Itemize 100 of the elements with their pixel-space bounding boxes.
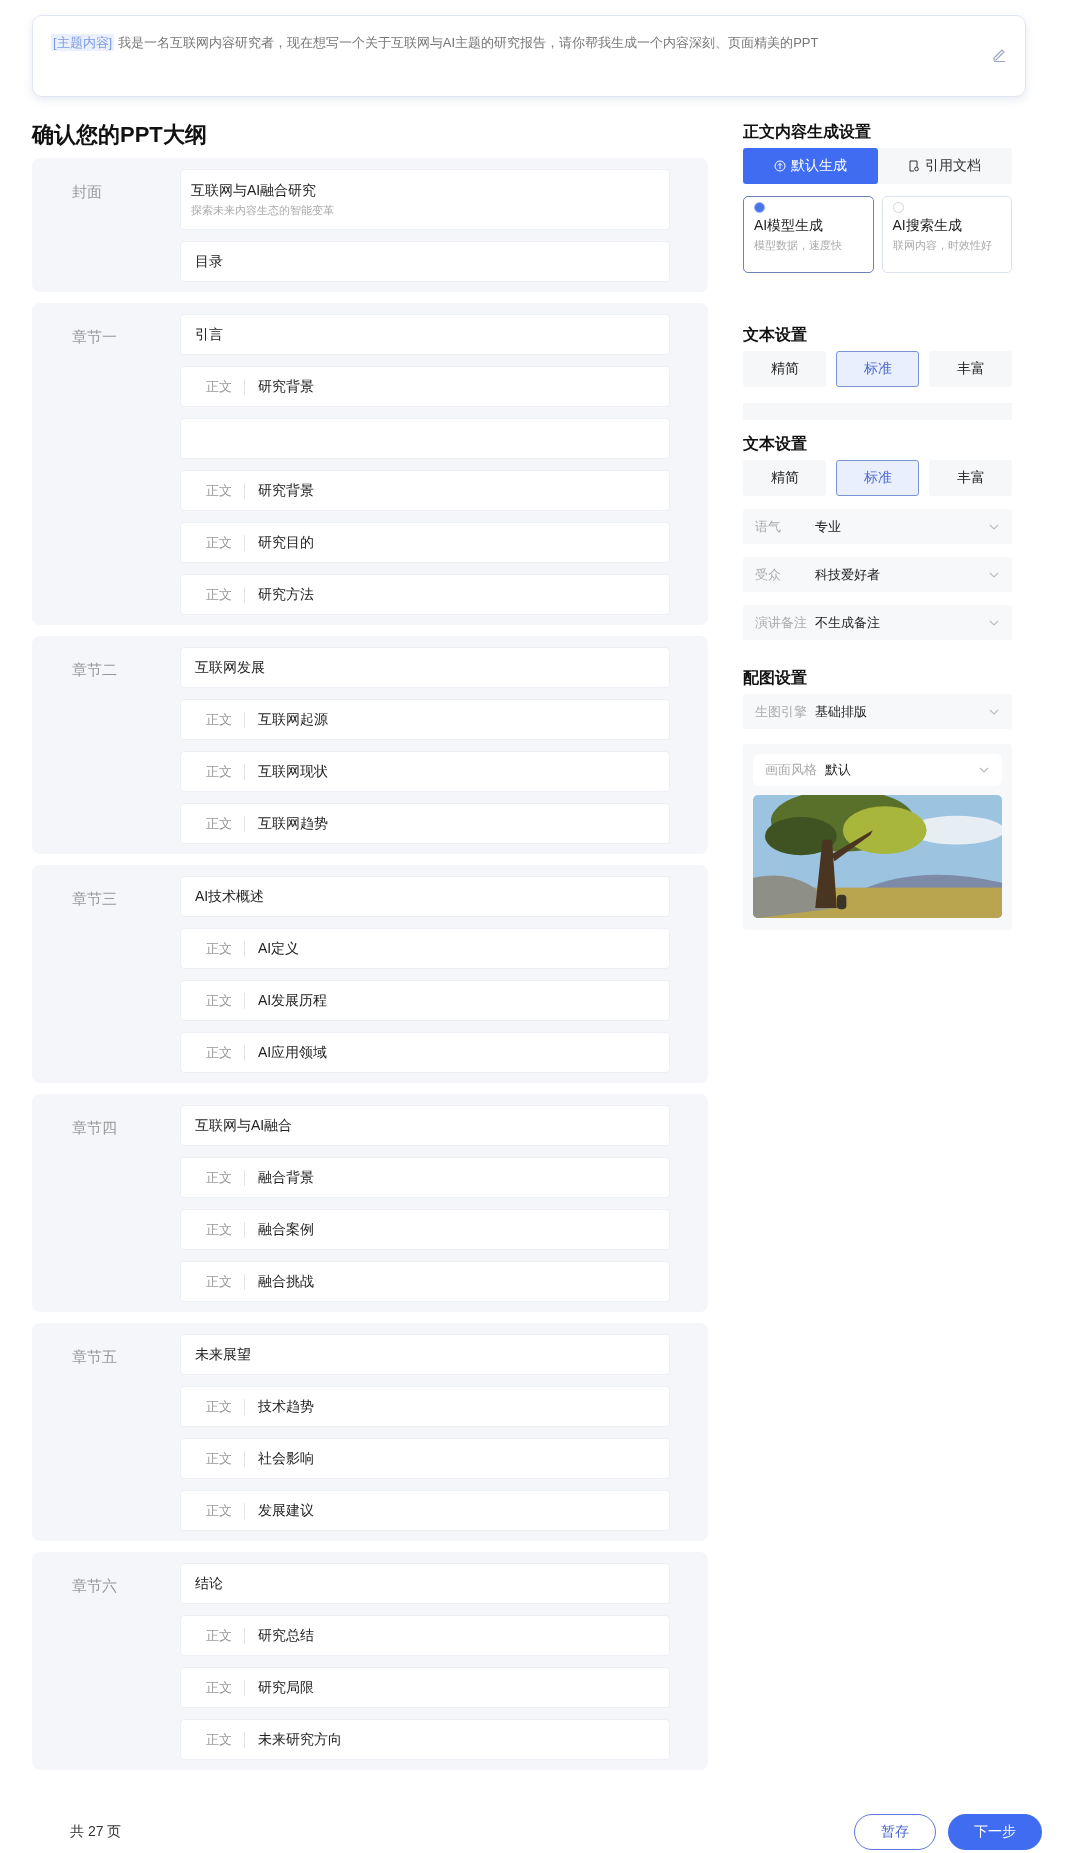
slide-card[interactable]: 互联网与AI融合研究 探索未来内容生态的智能变革 (180, 169, 670, 230)
select-field[interactable]: 演讲备注 不生成备注 (743, 605, 1012, 640)
mode-description: 联网内容，时效性好 (892, 238, 993, 253)
section-tag: 正文 (206, 1397, 232, 1416)
chapter-title-field[interactable]: 未来展望 (180, 1334, 670, 1375)
select-field[interactable]: 语气 专业 (743, 509, 1012, 544)
section-tag: 正文 (206, 1220, 232, 1239)
section-tag: 正文 (206, 991, 232, 1010)
mode-option[interactable]: AI搜索生成 联网内容，时效性好 (881, 196, 1012, 273)
section-card[interactable]: 正文 研究背景 (180, 366, 670, 407)
section-tag: 正文 (206, 1730, 232, 1749)
section-tag: 正文 (206, 585, 232, 604)
section-title: 未来研究方向 (258, 1730, 342, 1749)
save-draft-button[interactable]: 暂存 (854, 1814, 936, 1850)
chapter-title-field[interactable]: 结论 (180, 1563, 670, 1604)
select-value: 基础排版 (815, 702, 868, 721)
mode-description: 模型数据，速度快 (754, 238, 843, 253)
section-tag: 正文 (206, 481, 232, 500)
section-card[interactable]: 正文 研究局限 (180, 1667, 670, 1708)
section-title: 融合案例 (258, 1220, 314, 1239)
section-card[interactable]: 正文 融合案例 (180, 1209, 670, 1250)
section-card[interactable]: 正文 互联网现状 (180, 751, 670, 792)
section-card[interactable]: 正文 AI定义 (180, 928, 670, 969)
chapter-title-field[interactable]: 引言 (180, 314, 670, 355)
section-card[interactable]: 正文 研究背景 (180, 470, 670, 511)
section-tag: 正文 (206, 377, 232, 396)
section-title: 研究背景 (258, 481, 314, 500)
chapter-label: 章节三 (71, 889, 118, 909)
select-label: 演讲备注 (755, 613, 808, 632)
select-value: 不生成备注 (815, 613, 881, 632)
slide-subtitle: 探索未来内容生态的智能变革 (191, 202, 334, 218)
section-tag: 正文 (206, 1626, 232, 1645)
section-card[interactable]: 正文 发展建议 (180, 1490, 670, 1531)
section-tag: 正文 (206, 1449, 232, 1468)
section-tag: 正文 (206, 762, 232, 781)
section-title: 融合挑战 (258, 1272, 314, 1291)
chapter-label: 封面 (71, 182, 103, 202)
section-title: 研究总结 (258, 1626, 314, 1645)
page-title: 确认您的PPT大纲 (32, 122, 208, 148)
chapter-title-field[interactable]: AI技术概述 (180, 876, 670, 917)
source-tab[interactable]: 默认生成 (743, 148, 878, 184)
select-value: 默认 (825, 761, 852, 779)
section-title: 互联网起源 (258, 710, 328, 729)
prompt-text: [主题内容] 我是一名互联网内容研究者，现在想写一个关于互联网与AI主题的研究报告，请你帮我生成一个内容深刻、页面精美的PPT (51, 34, 819, 52)
select-label: 画面风格 (765, 761, 818, 779)
section-card[interactable]: 正文 未来研究方向 (180, 1719, 670, 1760)
select-label: 生图引擎 (755, 702, 808, 721)
section-heading: 文本设置 (743, 325, 808, 345)
section-heading: 文本设置 (743, 434, 808, 454)
section-title: AI应用领域 (258, 1043, 328, 1062)
section-tag: 正文 (206, 1043, 232, 1062)
section-card[interactable]: 正文 互联网趋势 (180, 803, 670, 844)
section-card[interactable]: 正文 融合背景 (180, 1157, 670, 1198)
section-card[interactable]: 正文 社会影响 (180, 1438, 670, 1479)
section-card[interactable]: 正文 AI应用领域 (180, 1032, 670, 1073)
document-icon (908, 160, 921, 172)
length-option[interactable]: 精简 (743, 351, 826, 387)
select-field[interactable]: 画面风格 默认 (753, 754, 1002, 786)
section-card[interactable]: 正文 技术趋势 (180, 1386, 670, 1427)
page-count: 共 27 页 (70, 1823, 122, 1841)
section-card[interactable]: 正文 研究方法 (180, 574, 670, 615)
section-title: 研究背景 (258, 377, 314, 396)
chapter-title-field[interactable]: 互联网发展 (180, 647, 670, 688)
section-title: AI定义 (258, 939, 300, 958)
next-button[interactable]: 下一步 (948, 1814, 1042, 1850)
section-heading: 配图设置 (743, 668, 808, 688)
section-title: AI发展历程 (258, 991, 328, 1010)
section-card[interactable]: 正文 融合挑战 (180, 1261, 670, 1302)
radio-button[interactable] (754, 202, 765, 213)
section-title: 研究目的 (258, 533, 314, 552)
section-title: 发展建议 (258, 1501, 314, 1520)
length-option[interactable]: 丰富 (929, 351, 1012, 387)
section-tag: 正文 (206, 1168, 232, 1187)
chapter-title-field[interactable]: 互联网与AI融合 (180, 1105, 670, 1146)
chapter-label: 章节五 (71, 1347, 118, 1367)
source-tab[interactable]: 引用文档 (877, 148, 1012, 184)
chapter-label: 章节六 (71, 1576, 118, 1596)
section-title: 社会影响 (258, 1449, 314, 1468)
section-card[interactable]: 正文 研究总结 (180, 1615, 670, 1656)
select-label: 受众 (755, 565, 782, 584)
chapter-title-field[interactable]: 目录 (180, 241, 670, 282)
length-option[interactable]: 精简 (743, 460, 826, 496)
section-card[interactable]: 正文 AI发展历程 (180, 980, 670, 1021)
section-heading: 正文内容生成设置 (743, 122, 872, 142)
mode-option[interactable]: AI模型生成 模型数据，速度快 (743, 196, 874, 273)
select-field[interactable]: 受众 科技爱好者 (743, 557, 1012, 592)
section-card[interactable]: 正文 研究目的 (180, 522, 670, 563)
length-option[interactable]: 标准 (836, 351, 919, 387)
section-title: 互联网趋势 (258, 814, 328, 833)
chapter-label: 章节四 (71, 1118, 118, 1138)
section-title: 融合背景 (258, 1168, 314, 1187)
section-tag: 正文 (206, 1272, 232, 1291)
length-option[interactable]: 标准 (836, 460, 919, 496)
section-title: 研究方法 (258, 585, 314, 604)
select-field[interactable]: 生图引擎 基础排版 (743, 694, 1012, 729)
length-option[interactable]: 丰富 (929, 460, 1012, 496)
section-title: 技术趋势 (258, 1397, 314, 1416)
chapter-label: 章节二 (71, 660, 118, 680)
mode-title: AI模型生成 (754, 217, 825, 235)
section-card[interactable]: 正文 互联网起源 (180, 699, 670, 740)
